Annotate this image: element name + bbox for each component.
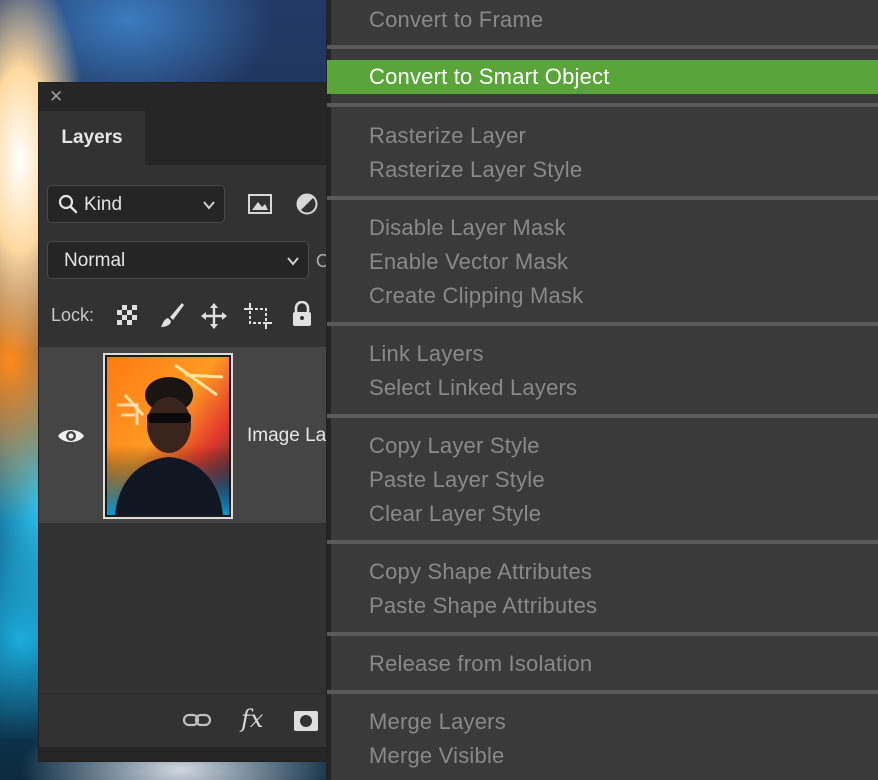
panel-title-bar[interactable]: ✕ bbox=[39, 83, 337, 111]
menu-item-merge-layers[interactable]: Merge Layers bbox=[327, 705, 878, 739]
layer-name[interactable]: Image La bbox=[247, 425, 326, 447]
menu-item-convert-to-smart-object[interactable]: Convert to Smart Object bbox=[327, 60, 878, 94]
panel-bottom-toolbar: fx bbox=[39, 693, 337, 750]
adjustment-filter-icon[interactable] bbox=[295, 192, 319, 216]
menu-item-create-clipping-mask[interactable]: Create Clipping Mask bbox=[327, 279, 878, 313]
menu-item-disable-layer-mask[interactable]: Disable Layer Mask bbox=[327, 211, 878, 245]
layer-thumbnail-image bbox=[107, 357, 229, 515]
menu-separator bbox=[327, 103, 878, 107]
lock-transparent-pixels-icon[interactable] bbox=[116, 304, 138, 326]
menu-item-copy-layer-style[interactable]: Copy Layer Style bbox=[327, 429, 878, 463]
lock-position-icon[interactable] bbox=[201, 303, 227, 329]
close-panel-icon[interactable]: ✕ bbox=[49, 88, 63, 106]
menu-item-paste-shape-attributes[interactable]: Paste Shape Attributes bbox=[327, 589, 878, 623]
layer-thumbnail[interactable] bbox=[103, 353, 233, 519]
image-filter-icon[interactable] bbox=[247, 193, 273, 215]
layer-style-fx-icon[interactable]: fx bbox=[241, 705, 263, 733]
menu-separator bbox=[327, 45, 878, 49]
filter-kind-value: Kind bbox=[84, 194, 123, 215]
context-menu: Convert to Frame Convert to Smart Object… bbox=[326, 0, 878, 780]
panel-scrollbar[interactable] bbox=[39, 747, 337, 761]
menu-item-enable-vector-mask[interactable]: Enable Vector Mask bbox=[327, 245, 878, 279]
menu-item-link-layers[interactable]: Link Layers bbox=[327, 337, 878, 371]
panel-tab-row: Layers bbox=[39, 111, 337, 165]
blend-mode-dropdown[interactable]: Normal bbox=[47, 241, 309, 279]
menu-item-rasterize-layer-style[interactable]: Rasterize Layer Style bbox=[327, 153, 878, 187]
menu-item-select-linked-layers[interactable]: Select Linked Layers bbox=[327, 371, 878, 405]
menu-separator bbox=[327, 540, 878, 544]
menu-item-merge-visible[interactable]: Merge Visible bbox=[327, 739, 878, 773]
menu-item-clear-layer-style[interactable]: Clear Layer Style bbox=[327, 497, 878, 531]
menu-separator bbox=[327, 322, 878, 326]
lock-image-pixels-icon[interactable] bbox=[159, 301, 185, 329]
lock-artboard-icon[interactable] bbox=[244, 303, 272, 329]
chevron-down-icon bbox=[203, 201, 215, 210]
menu-separator bbox=[327, 196, 878, 200]
menu-separator bbox=[327, 632, 878, 636]
search-icon bbox=[58, 194, 78, 214]
menu-item-copy-shape-attributes[interactable]: Copy Shape Attributes bbox=[327, 555, 878, 589]
chevron-down-icon bbox=[287, 257, 299, 266]
eye-icon[interactable] bbox=[57, 427, 85, 445]
menu-item-release-from-isolation[interactable]: Release from Isolation bbox=[327, 647, 878, 681]
menu-item-convert-to-frame[interactable]: Convert to Frame bbox=[327, 3, 878, 37]
lock-label: Lock: bbox=[51, 305, 95, 325]
blend-mode-value: Normal bbox=[64, 250, 126, 271]
tab-layers[interactable]: Layers bbox=[39, 111, 145, 165]
add-mask-icon[interactable] bbox=[293, 710, 319, 732]
lock-all-icon[interactable] bbox=[291, 301, 313, 327]
menu-separator bbox=[327, 690, 878, 694]
menu-item-paste-layer-style[interactable]: Paste Layer Style bbox=[327, 463, 878, 497]
layers-panel: ✕ Layers Kind Normal O Lock: Image La fx bbox=[38, 82, 338, 762]
link-layers-icon[interactable] bbox=[182, 711, 212, 729]
filter-kind-dropdown[interactable]: Kind bbox=[47, 185, 225, 223]
menu-separator bbox=[327, 414, 878, 418]
layer-row[interactable]: Image La bbox=[39, 347, 337, 523]
menu-item-rasterize-layer[interactable]: Rasterize Layer bbox=[327, 119, 878, 153]
